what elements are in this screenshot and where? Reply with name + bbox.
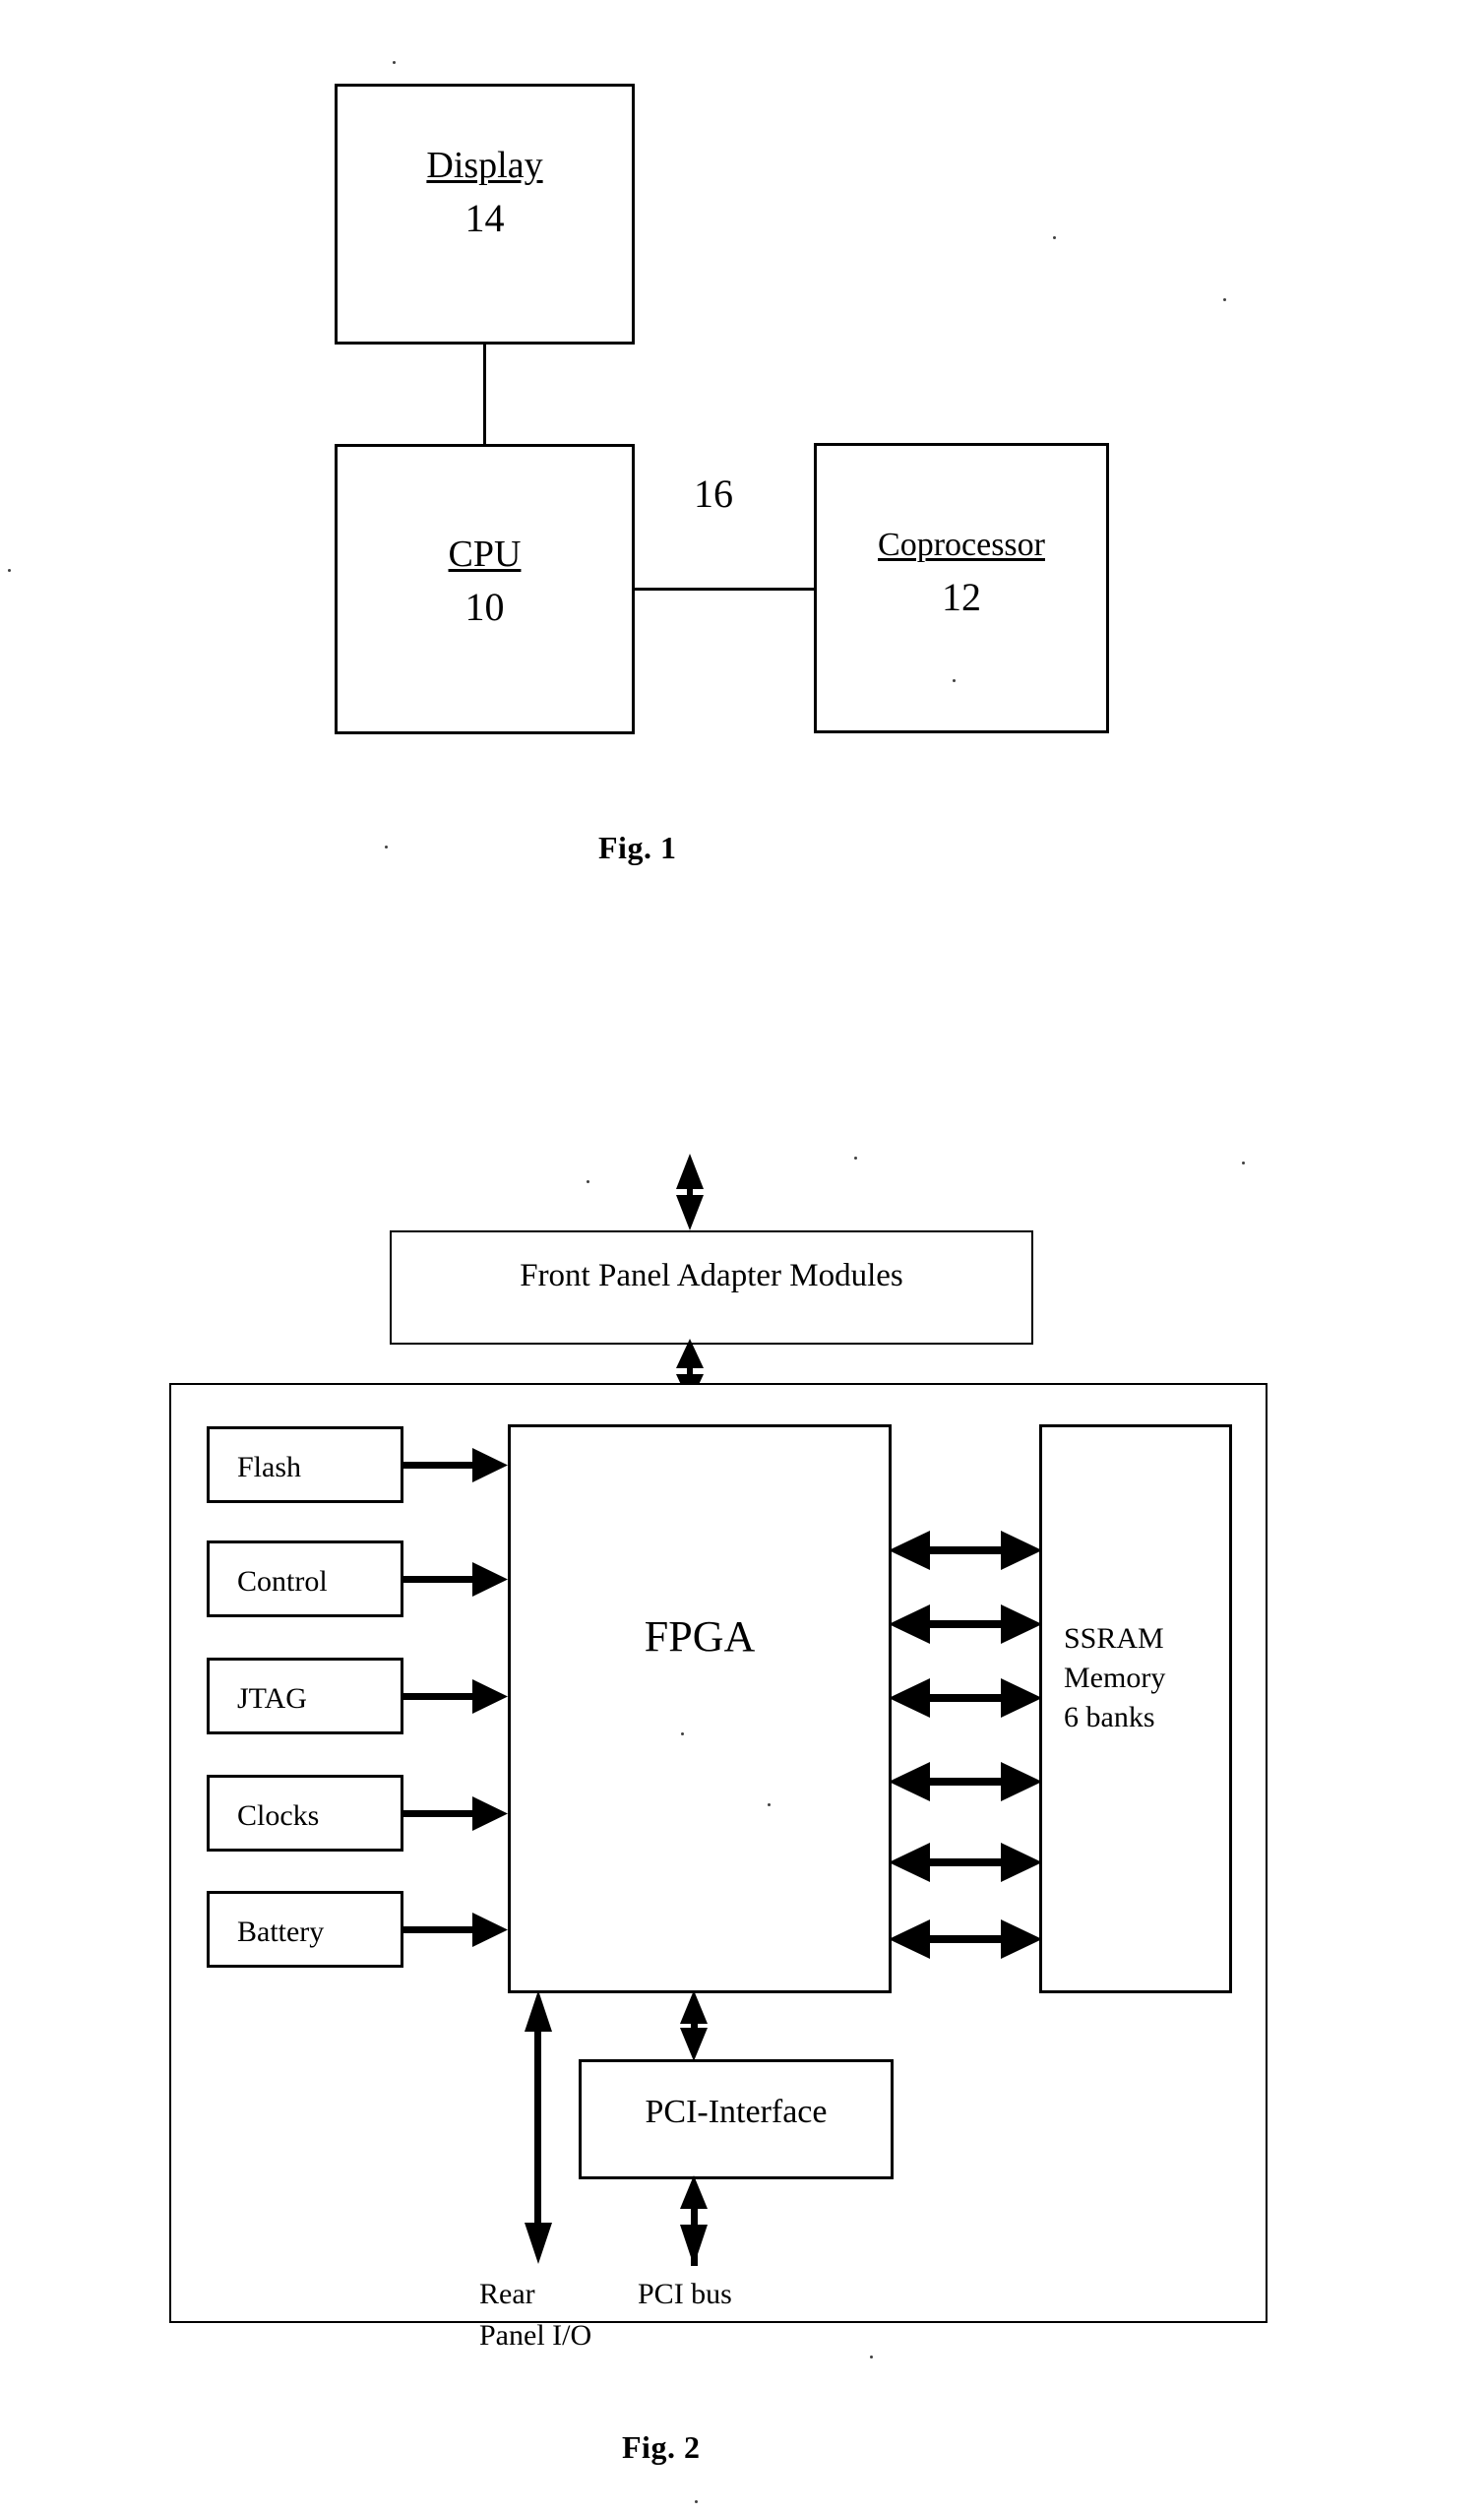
arrow-clocks-fpga (403, 1796, 508, 1831)
block-clocks: Clocks (207, 1775, 403, 1852)
block-coprocessor: Coprocessor 12 (814, 443, 1109, 733)
connector-cpu-coprocessor (633, 588, 816, 591)
block-ssram-memory: SSRAM Memory 6 banks (1039, 1424, 1232, 1993)
arrow-jtag-fpga (403, 1679, 508, 1714)
block-display-label: Display (426, 145, 543, 186)
scan-speck (393, 61, 396, 64)
arrow-battery-fpga (403, 1913, 508, 1947)
arrow-flash-fpga (403, 1448, 508, 1482)
block-front-panel-adapter-modules: Front Panel Adapter Modules (390, 1230, 1033, 1345)
arrow-fpga-ssram-bank-6 (889, 1919, 1042, 1959)
figure-2-caption: Fig. 2 (622, 2429, 701, 2465)
block-fpga: FPGA (508, 1424, 892, 1993)
scan-speck (854, 1157, 857, 1160)
label-pci-bus: PCI bus (638, 2278, 732, 2310)
arrow-fpga-ssram-bank-4 (889, 1762, 1042, 1801)
arrow-fpga-ssram-bank-2 (889, 1604, 1042, 1644)
figure-1-caption: Fig. 1 (598, 830, 677, 865)
block-pci-interface: PCI-Interface (579, 2059, 894, 2179)
scan-speck (385, 846, 388, 848)
arrow-control-fpga (403, 1562, 508, 1597)
arrow-pci-bus-external (680, 2223, 708, 2266)
block-jtag: JTAG (207, 1658, 403, 1734)
block-cpu-ref: 10 (464, 585, 505, 629)
block-coprocessor-label: Coprocessor (878, 527, 1045, 563)
arrow-external-front-panel (676, 1154, 704, 1230)
block-fpga-label: FPGA (644, 1612, 756, 1661)
block-battery: Battery (207, 1891, 403, 1968)
block-flash-label: Flash (237, 1451, 302, 1483)
block-ssram-memory-line3: 6 banks (1064, 1701, 1155, 1733)
connector-label-16: 16 (694, 471, 733, 516)
block-cpu-label: CPU (448, 534, 522, 575)
arrow-fpga-ssram-bank-3 (889, 1678, 1042, 1718)
scan-speck (587, 1180, 589, 1183)
block-jtag-label: JTAG (237, 1682, 307, 1715)
block-ssram-memory-line2: Memory (1064, 1662, 1166, 1694)
block-control-label: Control (237, 1565, 328, 1598)
connector-display-cpu (483, 343, 486, 446)
scan-speck (870, 2356, 873, 2358)
block-coprocessor-ref: 12 (942, 575, 981, 619)
block-cpu: CPU 10 (335, 444, 635, 734)
scan-speck (953, 679, 956, 682)
block-display: Display 14 (335, 84, 635, 345)
scan-speck (768, 1803, 771, 1806)
patent-drawing-sheet: Display 14 CPU 10 16 Coprocessor 12 Fig.… (0, 0, 1484, 2514)
arrow-rear-panel-io (525, 1990, 552, 2264)
block-display-ref: 14 (464, 196, 505, 240)
scan-speck (1242, 1162, 1245, 1164)
block-clocks-label: Clocks (237, 1799, 320, 1832)
block-battery-label: Battery (237, 1916, 325, 1948)
scan-speck (695, 2500, 698, 2503)
scan-speck (1053, 236, 1056, 239)
arrow-fpga-ssram-bank-1 (889, 1531, 1042, 1570)
scan-speck (8, 569, 11, 572)
label-rear-panel-io-line2: Panel I/O (479, 2319, 592, 2352)
arrow-fpga-ssram-bank-5 (889, 1843, 1042, 1882)
scan-speck (681, 1732, 684, 1735)
arrow-fpga-pci-interface (680, 1990, 708, 2061)
label-rear-panel-io-line1: Rear (479, 2278, 535, 2310)
block-ssram-memory-line1: SSRAM (1064, 1622, 1164, 1655)
block-control: Control (207, 1540, 403, 1617)
block-pci-interface-label: PCI-Interface (645, 2094, 828, 2130)
scan-speck (1223, 298, 1226, 301)
block-front-panel-adapter-modules-label: Front Panel Adapter Modules (520, 1258, 903, 1293)
block-flash: Flash (207, 1426, 403, 1503)
